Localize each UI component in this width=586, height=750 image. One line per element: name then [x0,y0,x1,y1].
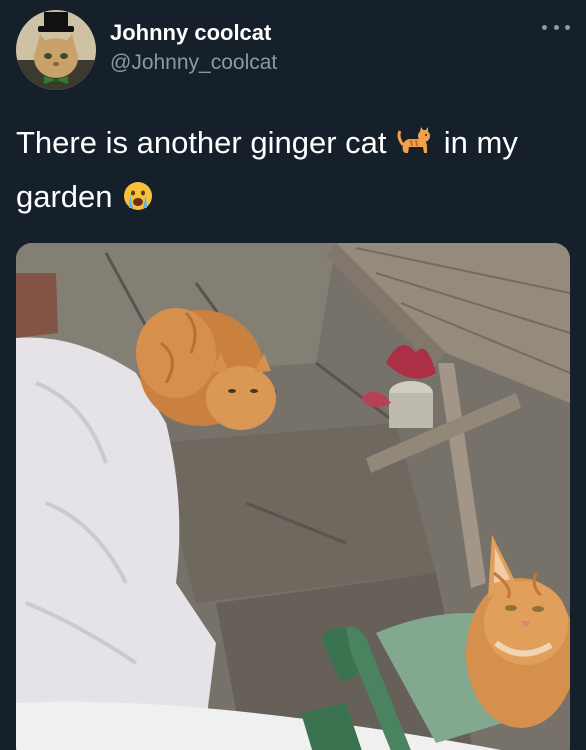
cat-avatar-icon [16,10,96,90]
tweet-photo[interactable] [16,243,570,750]
tweet-header: Johnny coolcat @Johnny_coolcat [16,8,570,90]
more-options-icon[interactable] [542,18,570,36]
author-handle[interactable]: @Johnny_coolcat [110,51,277,75]
more-dot [565,24,570,30]
tweet-text-part: There is another ginger cat [16,125,387,160]
crying-face-emoji-icon [123,176,153,226]
author-display-name[interactable]: Johnny coolcat [110,20,271,46]
cat-emoji-icon [397,122,433,172]
avatar[interactable] [16,10,96,90]
garden-cats-photo [16,243,570,750]
more-dot [553,24,559,30]
tweet-text-part: garden [16,179,113,214]
tweet-text-part: in my [443,125,518,160]
tweet-text: There is another ginger cat in my garden [16,118,556,226]
tweet-card: Johnny coolcat @Johnny_coolcat There is … [0,0,586,750]
more-dot [542,24,547,30]
